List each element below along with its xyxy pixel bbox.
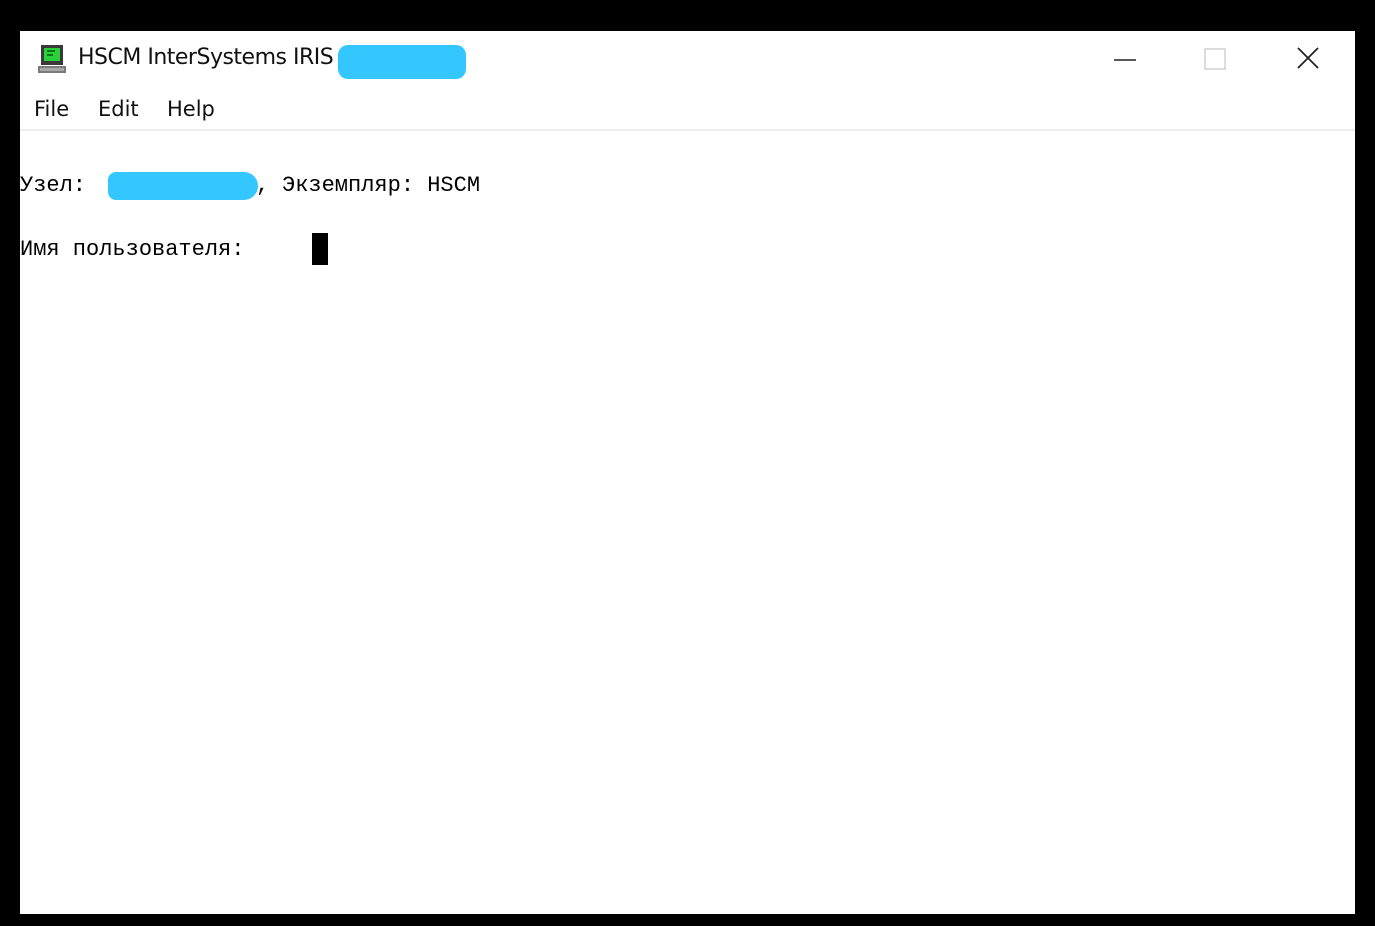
- menu-bar: File Edit Help: [20, 89, 1355, 131]
- computer-terminal-icon: [38, 45, 66, 73]
- redaction-mark: [338, 45, 466, 79]
- redaction-mark: [108, 172, 258, 200]
- text-cursor[interactable]: [312, 233, 328, 265]
- maximize-icon: [1204, 48, 1226, 70]
- window-title: HSCM InterSystems IRIS: [78, 45, 334, 70]
- close-icon: [1297, 47, 1319, 69]
- title-bar[interactable]: HSCM InterSystems IRIS: [20, 31, 1355, 89]
- minimize-icon: [1114, 59, 1136, 61]
- terminal-window: HSCM InterSystems IRIS File Edit Help Уз…: [20, 31, 1355, 914]
- node-label: Узел:: [20, 173, 87, 198]
- terminal-output[interactable]: Узел: , Экземпляр: HSCM Имя пользователя…: [20, 131, 1355, 914]
- maximize-button[interactable]: [1170, 31, 1260, 89]
- minimize-button[interactable]: [1080, 31, 1170, 89]
- menu-help[interactable]: Help: [167, 97, 215, 121]
- menu-edit[interactable]: Edit: [98, 97, 139, 121]
- username-prompt: Имя пользователя:: [20, 237, 245, 262]
- menu-file[interactable]: File: [34, 97, 69, 121]
- instance-label: Экземпляр: HSCM: [282, 173, 481, 198]
- close-button[interactable]: [1263, 31, 1353, 89]
- separator-comma: ,: [256, 173, 270, 198]
